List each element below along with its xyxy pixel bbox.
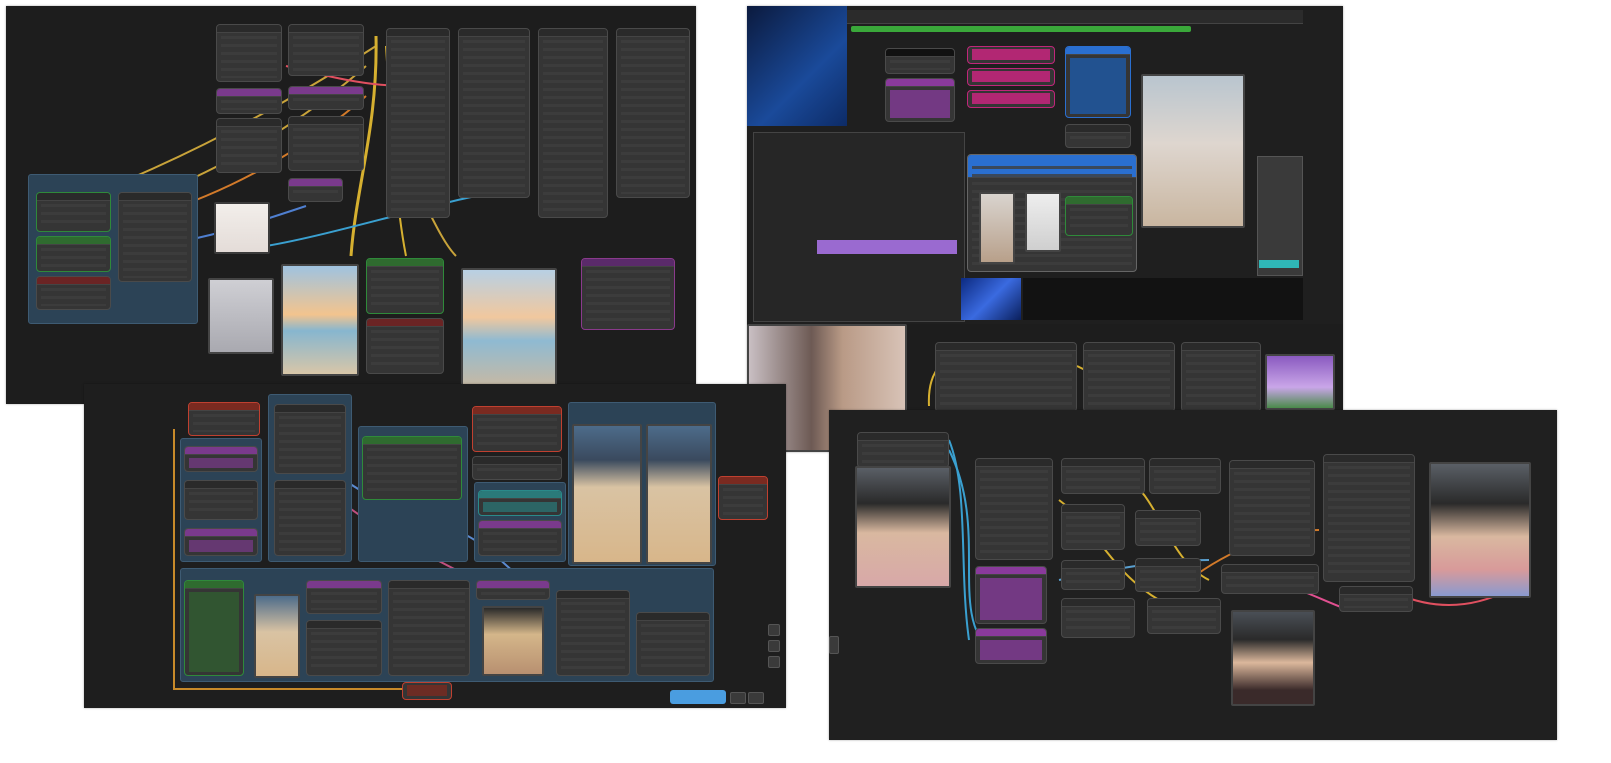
comfyui-workflow-bottom-left xyxy=(84,384,786,708)
node[interactable] xyxy=(1147,598,1221,634)
node[interactable] xyxy=(274,480,346,556)
node[interactable] xyxy=(306,620,382,676)
node[interactable] xyxy=(935,342,1077,412)
node[interactable] xyxy=(118,192,192,282)
node[interactable] xyxy=(718,476,768,520)
node[interactable] xyxy=(975,458,1053,560)
node[interactable] xyxy=(476,580,550,600)
image-preview xyxy=(208,278,274,354)
node[interactable] xyxy=(184,580,244,676)
node[interactable] xyxy=(1061,560,1125,590)
zoom-in-button[interactable] xyxy=(768,624,780,636)
node[interactable] xyxy=(216,24,282,82)
node[interactable] xyxy=(388,580,470,676)
node[interactable] xyxy=(36,276,111,310)
image-preview xyxy=(855,466,951,588)
image-preview xyxy=(1231,610,1315,706)
node[interactable] xyxy=(636,612,710,676)
node[interactable] xyxy=(386,28,450,218)
node[interactable] xyxy=(472,456,562,480)
node[interactable] xyxy=(36,236,111,272)
node[interactable] xyxy=(36,192,111,232)
node[interactable] xyxy=(288,86,364,110)
node[interactable] xyxy=(458,28,530,198)
node[interactable] xyxy=(184,446,258,472)
queue-button[interactable] xyxy=(670,690,726,704)
node[interactable] xyxy=(581,258,675,330)
node[interactable] xyxy=(362,436,462,500)
node[interactable] xyxy=(1181,342,1261,412)
node[interactable] xyxy=(306,580,382,614)
node[interactable] xyxy=(1083,342,1175,412)
node[interactable] xyxy=(366,258,444,314)
node[interactable] xyxy=(188,402,260,436)
node[interactable] xyxy=(478,520,562,556)
image-preview xyxy=(214,202,270,254)
node[interactable] xyxy=(1135,510,1201,546)
image-preview xyxy=(572,424,642,564)
node[interactable] xyxy=(1149,458,1221,494)
node[interactable] xyxy=(1061,598,1135,638)
comfyui-workflow-bottom-right xyxy=(829,410,1557,740)
node[interactable] xyxy=(1061,504,1125,550)
image-preview xyxy=(281,264,359,376)
node[interactable] xyxy=(1229,460,1315,556)
node[interactable] xyxy=(274,404,346,474)
comfyui-workflow-top-right xyxy=(747,6,1343,452)
fit-view-button[interactable] xyxy=(768,656,780,668)
node[interactable] xyxy=(857,432,949,468)
node[interactable] xyxy=(538,28,608,218)
canvas-control[interactable] xyxy=(829,636,839,654)
node[interactable] xyxy=(184,480,258,520)
node[interactable] xyxy=(616,28,690,198)
node[interactable] xyxy=(184,528,258,556)
node[interactable] xyxy=(288,24,364,76)
node[interactable] xyxy=(478,490,562,516)
toolbar-button[interactable] xyxy=(748,692,764,704)
node[interactable] xyxy=(1221,564,1319,594)
node[interactable] xyxy=(402,682,452,700)
node[interactable] xyxy=(975,628,1047,664)
image-preview xyxy=(254,594,300,678)
node[interactable] xyxy=(366,318,444,374)
node[interactable] xyxy=(975,566,1047,624)
image-preview xyxy=(646,424,712,564)
node[interactable] xyxy=(1323,454,1415,582)
node[interactable] xyxy=(288,178,343,202)
node[interactable] xyxy=(216,88,282,114)
node[interactable] xyxy=(1061,458,1145,494)
node[interactable] xyxy=(288,116,364,171)
zoom-out-button[interactable] xyxy=(768,640,780,652)
image-preview xyxy=(482,606,544,676)
toolbar-button[interactable] xyxy=(730,692,746,704)
node[interactable] xyxy=(472,406,562,452)
node[interactable] xyxy=(556,590,630,676)
image-preview xyxy=(1265,354,1335,410)
node[interactable] xyxy=(1135,558,1201,592)
comfyui-workflow-top-left xyxy=(6,6,696,404)
image-preview xyxy=(461,268,557,390)
node[interactable] xyxy=(216,118,282,173)
image-preview xyxy=(1429,462,1531,598)
node[interactable] xyxy=(1339,586,1413,612)
